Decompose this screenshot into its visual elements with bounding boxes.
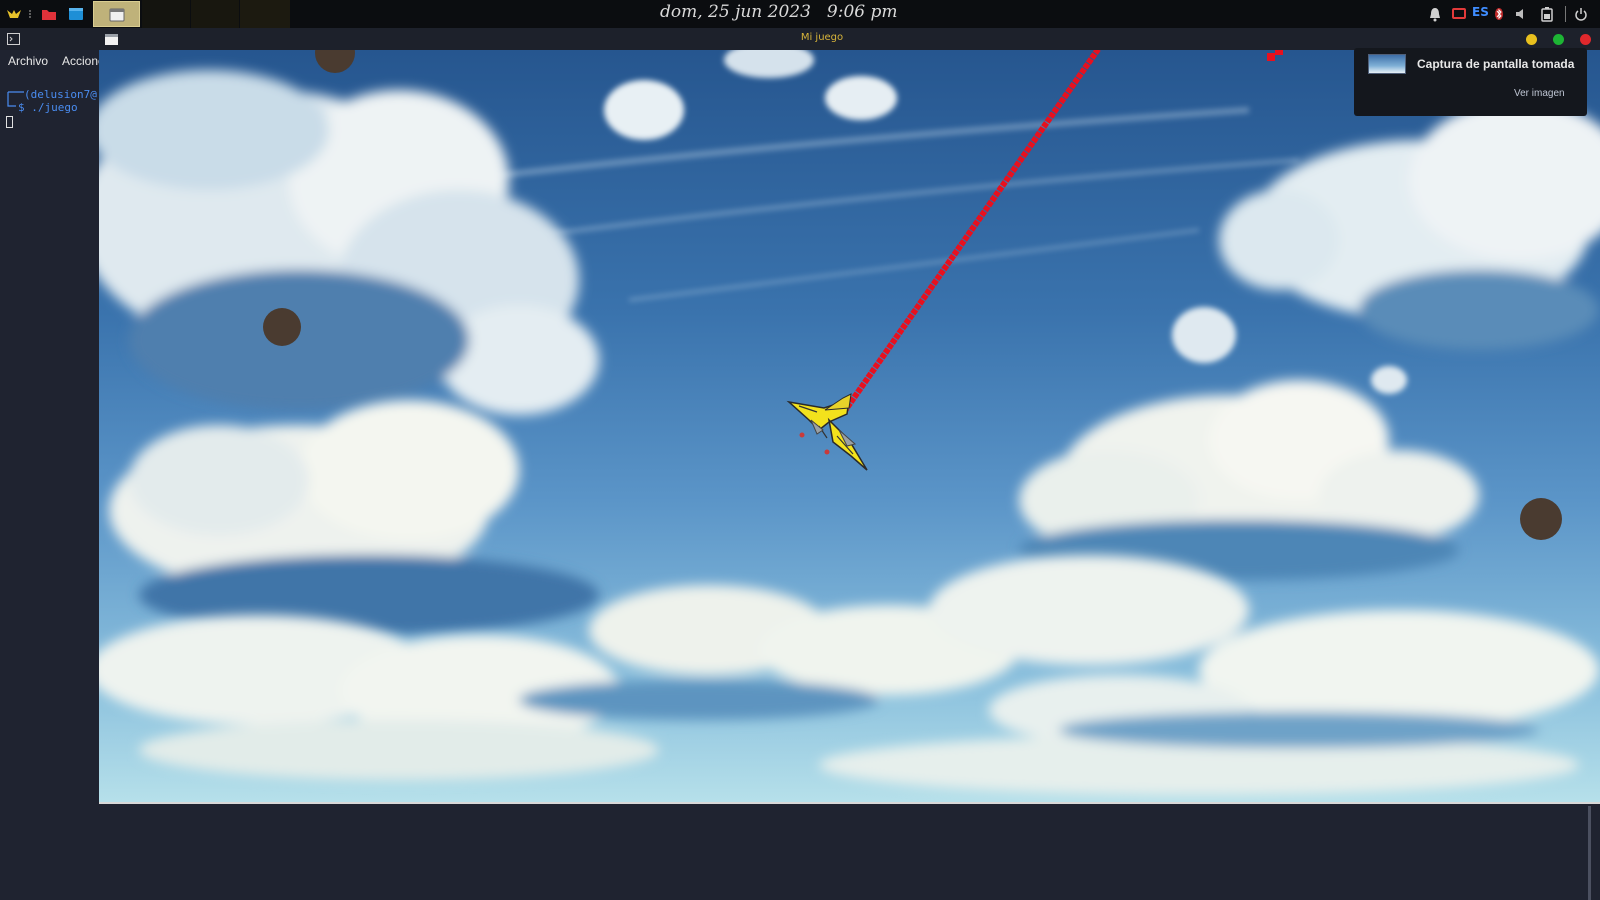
taskbar-slot[interactable] (191, 0, 239, 28)
cloud-right-top (1219, 100, 1600, 350)
kali-menu-icon[interactable] (5, 5, 23, 23)
screen-record-icon[interactable] (1452, 6, 1466, 22)
enemy-ball (1520, 498, 1562, 540)
keyboard-layout-indicator[interactable]: ES (1472, 5, 1489, 19)
menu-archivo[interactable]: Archivo (8, 54, 48, 68)
enemy-ball (263, 308, 301, 346)
tray-separator (1565, 6, 1566, 22)
terminal-window[interactable]: Archivo Acciones (delusion7@ $ ./juego (0, 50, 99, 900)
menu-acciones[interactable]: Acciones (62, 54, 99, 68)
power-icon[interactable] (1574, 6, 1588, 22)
terminal-cursor (6, 116, 13, 128)
terminal-menubar: Archivo Acciones (0, 50, 99, 72)
window-title: Mi juego (800, 32, 844, 43)
active-window-icon (109, 8, 125, 22)
panel-separator-icon (29, 10, 31, 18)
terminal-scrollbar[interactable] (1588, 806, 1591, 900)
game-scene (99, 50, 1600, 795)
view-image-button[interactable]: Ver imagen (1514, 88, 1565, 99)
notification-title: Captura de pantalla tomada (1417, 57, 1575, 71)
laser-fragment (1275, 50, 1283, 55)
volume-icon[interactable] (1514, 6, 1528, 22)
close-button[interactable] (1580, 34, 1591, 45)
terminal-output-area (99, 802, 1600, 900)
window-titlebar[interactable]: Mi juego (0, 28, 1600, 50)
game-canvas[interactable] (99, 50, 1600, 802)
enemy-ball (315, 50, 355, 73)
laser-fragment (1267, 53, 1275, 61)
cloud-left-middle (109, 400, 599, 635)
battery-icon[interactable] (1540, 6, 1554, 22)
clock-time: 9:06 pm (826, 2, 898, 22)
player-ship (786, 393, 868, 471)
minimize-button[interactable] (1526, 34, 1537, 45)
top-panel: dom, 25 jun 2023 9:06 pm ES (0, 0, 1600, 28)
screenshot-notification[interactable]: Captura de pantalla tomada Ver imagen (1354, 48, 1587, 116)
cloud-right-middle (1019, 380, 1479, 580)
maximize-button[interactable] (1553, 34, 1564, 45)
terminal-command: $ ./juego (18, 101, 78, 114)
cloud-left-top (99, 70, 599, 415)
terminal-prompt-user: (delusion7@ (24, 88, 97, 101)
panel-clock[interactable]: dom, 25 jun 2023 9:06 pm (660, 2, 898, 22)
clock-date: dom, 25 jun 2023 (660, 2, 811, 22)
screenshot-thumbnail (1368, 54, 1406, 74)
file-manager-icon[interactable] (40, 5, 58, 23)
taskbar-slot[interactable] (142, 0, 190, 28)
cloud-streaks (458, 107, 1300, 302)
taskbar-slot[interactable] (240, 0, 290, 28)
terminal-icon[interactable] (67, 5, 85, 23)
notification-bell-icon[interactable] (1428, 6, 1442, 22)
bluetooth-icon[interactable] (1494, 6, 1504, 22)
active-window-button[interactable] (93, 1, 140, 27)
